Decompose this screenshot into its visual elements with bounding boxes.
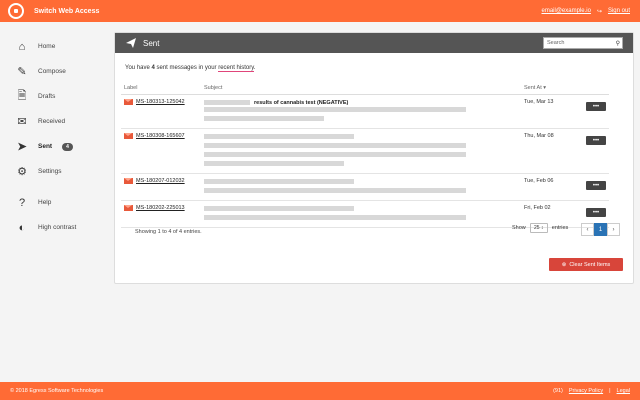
message-label-link[interactable]: MS-180313-125042 [136,99,185,105]
message-label-link[interactable]: MS-180202-225013 [136,205,185,211]
top-bar: Switch Web Access email@example.io ↪ Sig… [0,0,640,22]
more-button[interactable]: ••• [586,208,606,217]
col-label[interactable]: Label [121,82,201,95]
panel-header: Sent Search ⚲ [115,33,633,53]
search-icon: ⚲ [615,40,620,47]
redacted-text [204,152,466,157]
table-row[interactable]: MS-180313-125042 results of cannabis tes… [121,94,609,129]
pagination-page[interactable]: 1 [594,223,607,236]
envelope-icon [124,133,133,139]
sent-date: Thu, Mar 08 [521,128,583,174]
sidebar-item-label: Compose [38,68,66,75]
sent-count-badge: 4 [62,142,73,151]
redacted-text [204,215,466,220]
pagination-prev[interactable]: ‹ [581,223,594,236]
footer: © 2018 Egress Software Technologies (91)… [0,382,640,400]
sidebar-item-label: Settings [38,168,62,175]
col-subject[interactable]: Subject [201,82,521,95]
sent-date: Tue, Mar 13 [521,94,583,129]
send-icon: ➤ [17,141,27,153]
inbox-icon: ✉ [17,116,27,128]
redacted-text [204,161,344,166]
sidebar-item-home[interactable]: ⌂ Home [0,34,100,59]
more-button[interactable]: ••• [586,102,606,111]
redacted-text [204,188,466,193]
drafts-icon: 🗎 [17,90,27,102]
clear-icon: ⊗ [561,261,567,268]
message-label-link[interactable]: MS-180308-165607 [136,133,185,139]
sent-table: Label Subject Sent At ▾ MS-180313-125042… [121,82,609,228]
search-input[interactable]: Search ⚲ [543,37,623,49]
recent-history-link[interactable]: recent history [218,65,254,72]
sidebar-item-label: Home [38,43,56,50]
help-icon: ? [18,196,26,209]
app-logo-icon [8,3,24,19]
legal-link[interactable]: Legal [617,388,630,394]
sent-date: Tue, Feb 06 [521,173,583,201]
home-icon: ⌂ [18,40,26,53]
sidebar-item-high-contrast[interactable]: ◐ High contrast [0,215,100,240]
search-placeholder: Search [547,40,565,46]
table-row[interactable]: MS-180207-012032 Tue, Feb 06 ••• [121,173,609,201]
redacted-text [204,116,324,121]
paper-plane-icon [126,38,136,48]
sidebar-item-label: High contrast [38,224,77,231]
entries-selector: Show 25 ↕ entries [512,223,569,233]
redacted-text [204,100,250,105]
redacted-text [204,143,466,148]
sidebar-item-label: Drafts [38,93,56,100]
more-button[interactable]: ••• [586,181,606,190]
redacted-text [204,107,466,112]
showing-entries-text: Showing 1 to 4 of 4 entries. [135,229,202,235]
sidebar-item-label: Sent [38,143,53,150]
redacted-text [204,206,354,211]
sent-panel: Sent Search ⚲ You have 4 sent messages i… [114,32,634,284]
pagination-next[interactable]: › [607,223,620,236]
contrast-icon: ◐ [18,221,26,234]
message-label-link[interactable]: MS-180207-012032 [136,178,185,184]
sidebar-item-compose[interactable]: ✎ Compose [0,59,100,84]
sidebar-item-settings[interactable]: ⚙ Settings [0,159,100,184]
table-row[interactable]: MS-180308-165607 Thu, Mar 08 ••• [121,128,609,174]
envelope-icon [124,99,133,105]
user-email-link[interactable]: email@example.io [541,8,590,14]
privacy-policy-link[interactable]: Privacy Policy [569,388,603,394]
sidebar-item-received[interactable]: ✉ Received [0,109,100,134]
sidebar-item-label: Received [38,118,66,125]
redacted-text [204,134,354,139]
signout-link[interactable]: Sign out [608,8,630,14]
more-button[interactable]: ••• [586,136,606,145]
sidebar-item-help[interactable]: ? Help [0,190,100,215]
redacted-text [204,179,354,184]
version-text: (91) [553,388,563,394]
summary-text: You have 4 sent messages in your recent … [125,65,256,72]
sidebar-item-label: Help [38,199,52,206]
envelope-icon [124,178,133,184]
copyright-text: © 2018 Egress Software Technologies [10,388,104,394]
panel-title: Sent [143,38,160,48]
sidebar-item-drafts[interactable]: 🗎 Drafts [0,84,100,109]
sidebar-item-sent[interactable]: ➤ Sent 4 [0,134,100,159]
clear-sent-items-button[interactable]: ⊗ Clear Sent Items [549,258,623,271]
envelope-icon [124,205,133,211]
col-sent-at[interactable]: Sent At ▾ [521,82,583,95]
sidebar: ⌂ Home ✎ Compose 🗎 Drafts ✉ Received ➤ S… [0,22,100,382]
signout-icon: ↪ [596,8,602,15]
subject-text: results of cannabis test (NEGATIVE) [254,99,349,106]
pagination: ‹ 1 › [581,223,620,236]
app-title: Switch Web Access [34,7,100,15]
entries-select[interactable]: 25 ↕ [529,223,548,233]
compose-icon: ✎ [17,66,27,78]
gear-icon: ⚙ [17,166,27,178]
